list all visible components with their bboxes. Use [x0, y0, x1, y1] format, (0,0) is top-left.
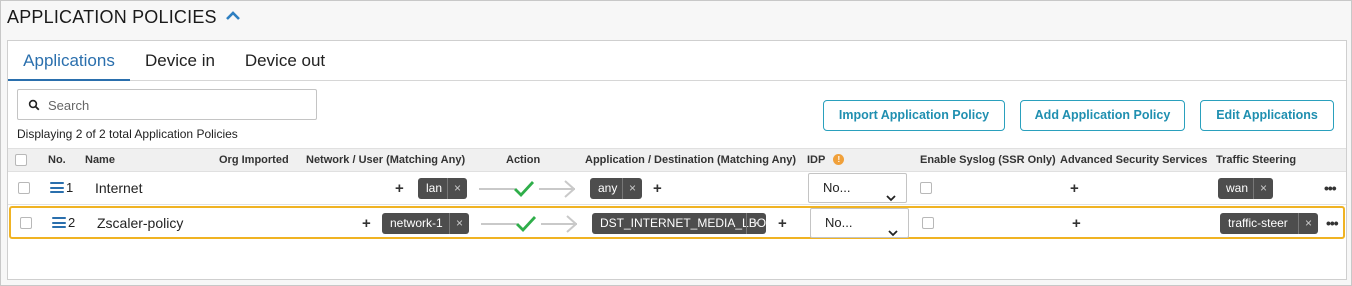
add-application-policy-button[interactable]: Add Application Policy [1020, 100, 1185, 131]
tab-device-out[interactable]: Device out [236, 41, 334, 81]
import-application-policy-button[interactable]: Import Application Policy [823, 100, 1005, 131]
header-idp: IDP! [807, 154, 845, 166]
header-name: Name [85, 154, 115, 166]
table-header: No. Name Org Imported Network / User (Ma… [8, 148, 1346, 172]
search-input[interactable] [48, 94, 308, 116]
add-security-service-button[interactable]: + [1072, 216, 1081, 231]
header-advanced-security: Advanced Security Services [1060, 154, 1208, 166]
row-number: 2 [68, 215, 76, 230]
action-allow-icon[interactable] [475, 179, 576, 199]
network-chip-label: network-1 [390, 216, 443, 230]
remove-chip-icon[interactable]: × [1298, 213, 1318, 234]
application-chip-label: DST_INTERNET_MEDIA_LBO [600, 216, 767, 230]
table-row-highlighted[interactable]: 2 Zscaler-policy + network-1 × DST_INTER… [9, 206, 1345, 239]
idp-select[interactable]: No... [808, 173, 907, 203]
tab-bar: Applications Device in Device out [8, 41, 1346, 81]
tab-applications[interactable]: Applications [8, 41, 130, 81]
row-checkbox[interactable] [18, 182, 30, 194]
chevron-down-icon [886, 184, 896, 202]
application-chip: any × [590, 178, 642, 199]
search-box [17, 89, 317, 120]
traffic-steering-chip-label: traffic-steer [1228, 216, 1288, 230]
tab-device-in[interactable]: Device in [138, 41, 222, 81]
traffic-steering-chip: traffic-steer × [1220, 213, 1318, 234]
remove-chip-icon[interactable]: × [447, 178, 467, 199]
header-no: No. [48, 154, 66, 166]
edit-applications-button[interactable]: Edit Applications [1200, 100, 1334, 131]
idp-select-value: No... [823, 180, 851, 195]
traffic-steering-chip-label: wan [1226, 181, 1249, 195]
drag-handle-icon[interactable] [52, 217, 66, 228]
chevron-up-icon[interactable] [225, 8, 241, 26]
action-allow-icon[interactable] [477, 214, 578, 234]
add-application-button[interactable]: + [778, 216, 787, 231]
section-header[interactable]: APPLICATION POLICIES [7, 7, 241, 28]
header-idp-label: IDP [807, 154, 826, 166]
add-security-service-button[interactable]: + [1070, 181, 1079, 196]
info-icon[interactable]: ! [833, 154, 845, 165]
header-action: Action [506, 154, 541, 166]
row-name[interactable]: Internet [95, 180, 142, 196]
row-number: 1 [66, 180, 74, 195]
header-traffic-steering: Traffic Steering [1216, 154, 1297, 166]
row-menu-icon[interactable]: ••• [1326, 215, 1339, 231]
chevron-down-icon [888, 219, 898, 237]
syslog-checkbox[interactable] [920, 182, 932, 194]
remove-chip-icon[interactable]: × [622, 178, 642, 199]
header-org-imported: Org Imported [219, 154, 289, 166]
row-checkbox[interactable] [20, 217, 32, 229]
add-network-button[interactable]: + [395, 181, 404, 196]
results-count: Displaying 2 of 2 total Application Poli… [17, 127, 238, 141]
header-network-user: Network / User (Matching Any) [306, 154, 466, 166]
row-menu-icon[interactable]: ••• [1324, 180, 1337, 196]
network-chip: network-1 × [382, 213, 469, 234]
traffic-steering-chip: wan × [1218, 178, 1273, 199]
idp-select-value: No... [825, 215, 853, 230]
remove-chip-icon[interactable]: × [1253, 178, 1273, 199]
table-row[interactable]: 1 Internet + lan × any × + No... + wan ×… [8, 172, 1346, 205]
search-icon [28, 98, 40, 111]
remove-chip-icon[interactable]: × [746, 213, 766, 234]
policies-panel: Applications Device in Device out Displa… [7, 40, 1347, 280]
syslog-checkbox[interactable] [922, 217, 934, 229]
application-chip: DST_INTERNET_MEDIA_LBO × [592, 213, 766, 234]
remove-chip-icon[interactable]: × [449, 213, 469, 234]
row-name[interactable]: Zscaler-policy [97, 215, 183, 231]
network-chip: lan × [418, 178, 467, 199]
header-enable-syslog: Enable Syslog (SSR Only) [920, 154, 1056, 166]
section-title: APPLICATION POLICIES [7, 7, 217, 27]
application-policies-page: APPLICATION POLICIES Applications Device… [0, 0, 1352, 286]
header-application-destination: Application / Destination (Matching Any) [585, 154, 797, 166]
add-application-button[interactable]: + [653, 181, 662, 196]
drag-handle-icon[interactable] [50, 182, 64, 193]
add-network-button[interactable]: + [362, 216, 371, 231]
network-chip-label: lan [426, 181, 443, 195]
idp-select[interactable]: No... [810, 208, 909, 238]
select-all-checkbox[interactable] [15, 154, 27, 166]
application-chip-label: any [598, 181, 618, 195]
